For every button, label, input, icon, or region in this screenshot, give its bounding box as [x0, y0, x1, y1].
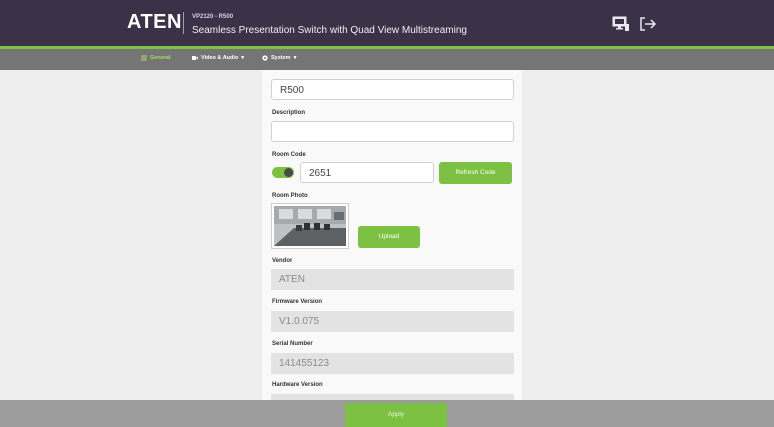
logout-icon[interactable]	[639, 16, 657, 32]
video-icon	[192, 56, 198, 60]
name-input[interactable]: R500	[271, 79, 514, 100]
room-code-toggle[interactable]	[272, 167, 294, 178]
chevron-down-icon: ▾	[241, 55, 245, 61]
room-code-input[interactable]: 2651	[300, 162, 434, 183]
chevron-down-icon: ▾	[293, 55, 297, 61]
firmware-label: Firmware Version	[272, 299, 323, 305]
logo-divider	[183, 12, 184, 34]
menu-video-audio[interactable]: Video & Audio ▾	[192, 55, 244, 61]
monitor-icon[interactable]	[612, 16, 630, 32]
toggle-knob	[284, 168, 293, 177]
menu-system-label: System	[271, 55, 291, 61]
room-photo-image	[274, 206, 346, 246]
list-icon	[141, 55, 147, 61]
aten-logo: ATEN	[127, 11, 182, 33]
menu-general[interactable]: General	[141, 55, 170, 61]
room-code-label: Room Code	[272, 152, 306, 158]
room-photo-thumbnail	[271, 203, 349, 249]
apply-button[interactable]: Apply	[345, 403, 447, 427]
room-photo-label: Room Photo	[272, 193, 308, 199]
upload-button[interactable]: Upload	[358, 226, 420, 248]
menu-bar: General Video & Audio ▾ System ▾	[0, 49, 774, 70]
firmware-field: V1.0.075	[271, 311, 514, 332]
menu-system[interactable]: System ▾	[262, 55, 296, 61]
gear-icon	[262, 55, 268, 61]
model-label: VP2120 - R500	[192, 14, 234, 20]
description-input[interactable]	[271, 121, 514, 142]
refresh-code-button[interactable]: Refresh Code	[439, 162, 512, 184]
vendor-field: ATEN	[271, 269, 514, 290]
serial-field: 141455123	[271, 353, 514, 374]
menu-general-label: General	[150, 55, 171, 61]
vendor-label: Vendor	[272, 258, 293, 264]
hardware-label: Hardware Version	[272, 382, 323, 388]
product-subtitle: Seamless Presentation Switch with Quad V…	[192, 25, 467, 36]
app-header: ATEN VP2120 - R500 Seamless Presentation…	[0, 0, 774, 46]
description-label: Description	[272, 110, 306, 116]
serial-label: Serial Number	[272, 341, 313, 347]
settings-panel: R500 Description Room Code 2651 Refresh …	[262, 70, 522, 400]
menu-video-audio-label: Video & Audio	[201, 55, 239, 61]
